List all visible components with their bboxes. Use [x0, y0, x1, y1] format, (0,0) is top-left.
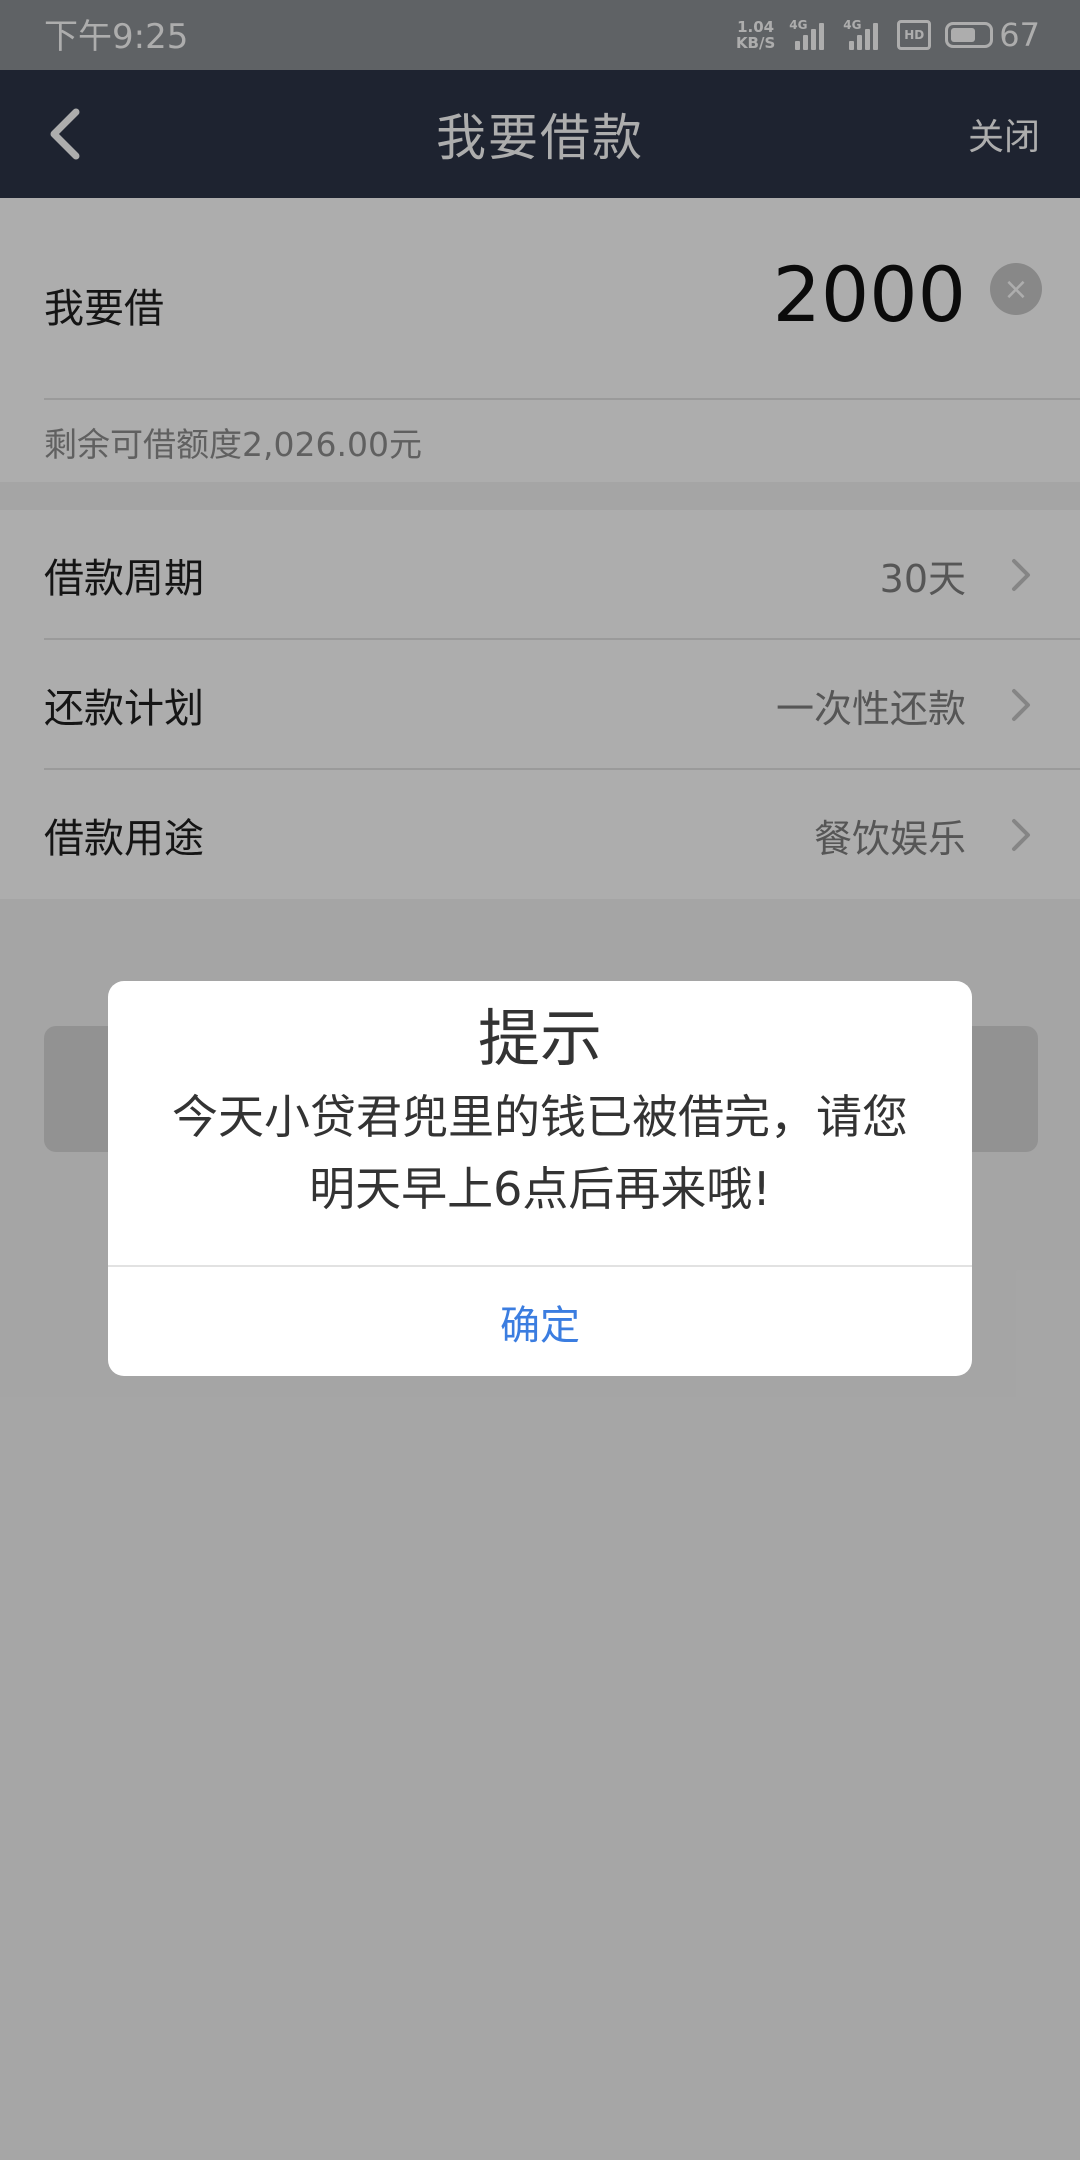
- dialog-message: 今天小贷君兜里的钱已被借完，请您 明天早上6点后再来哦!: [138, 1081, 942, 1225]
- dialog-message-line: 明天早上6点后再来哦!: [309, 1162, 771, 1216]
- dialog-title: 提示: [477, 1002, 602, 1075]
- alert-dialog: 提示 今天小贷君兜里的钱已被借完，请您 明天早上6点后再来哦! 确定: [108, 981, 972, 1376]
- dialog-message-line: 今天小贷君兜里的钱已被借完，请您: [172, 1090, 908, 1144]
- confirm-button[interactable]: 确定: [108, 1267, 972, 1376]
